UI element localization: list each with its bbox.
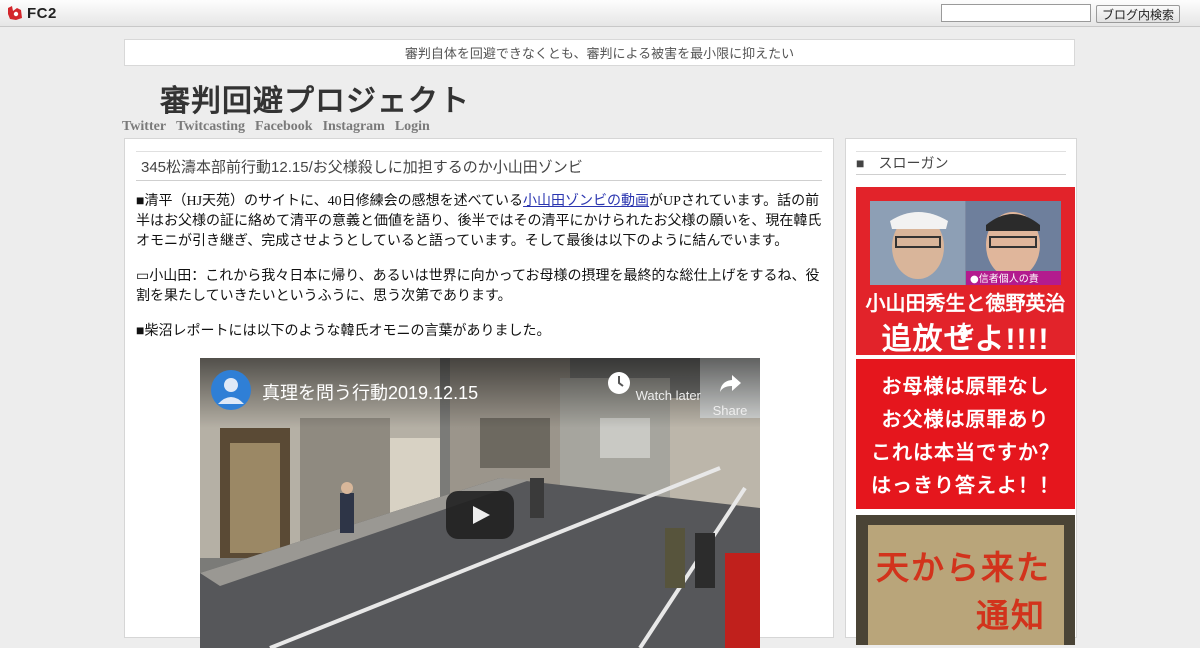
banner-sin-line: はっきり答えよ！！: [871, 475, 1060, 497]
watch-later-label: Watch later: [635, 388, 701, 403]
blog-search-input[interactable]: [941, 4, 1091, 22]
svg-text:●信者個人の責: ●信者個人の責: [970, 272, 1039, 285]
link-twitcasting[interactable]: Twitcasting: [176, 119, 245, 135]
sidebar: ■ スローガン ●信者個人の責 小山田秀生と徳野英治を 追放せよ!!!! お母様…: [845, 138, 1077, 645]
link-login[interactable]: Login: [395, 119, 430, 135]
link-facebook[interactable]: Facebook: [255, 119, 313, 135]
fc2-logo-text: FC2: [27, 4, 57, 22]
blog-search-button[interactable]: ブログ内検索: [1096, 5, 1180, 23]
share-button[interactable]: Share: [700, 370, 760, 418]
book-cover: 天から来た 通知: [868, 525, 1064, 645]
slogan-banner-expel[interactable]: ●信者個人の責 小山田秀生と徳野英治を 追放せよ!!!!: [856, 187, 1075, 355]
post-title[interactable]: 345松濤本部前行動12.15/お父様殺しに加担するのか小山田ゾンビ: [136, 151, 822, 181]
post-body: ■清平（HJ天苑）のサイトに、40日修練会の感想を述べている小山田ゾンビの動画が…: [136, 192, 824, 357]
banner-sin-line: お母様は原罪なし: [881, 376, 1050, 398]
fc2-logo-icon: [8, 6, 22, 20]
post-text: ■清平（HJ天苑）のサイトに、40日修練会の感想を述べている: [136, 194, 524, 209]
slogan-banner-heaven-notice[interactable]: 天から来た 通知: [856, 515, 1075, 645]
slogan-banner-original-sin[interactable]: お母様は原罪なし お父様は原罪あり これは本当ですか？ はっきり答えよ！！: [856, 359, 1075, 509]
post-paragraph: ■柴沼レポートには以下のような韓氏オモニの言葉がありました。: [136, 324, 551, 339]
channel-avatar-icon[interactable]: [211, 370, 251, 410]
book-title-line1: 天から来た: [876, 548, 1051, 587]
main-content: 345松濤本部前行動12.15/お父様殺しに加担するのか小山田ゾンビ ■清平（H…: [124, 138, 834, 648]
banner-expel-line2: 追放せよ!!!!: [881, 323, 1050, 355]
fc2-logo[interactable]: FC2: [6, 4, 57, 22]
post-paragraph: ■清平（HJ天苑）のサイトに、40日修練会の感想を述べている小山田ゾンビの動画が…: [136, 192, 824, 252]
link-instagram[interactable]: Instagram: [323, 119, 385, 135]
banner-sin-line: これは本当ですか？: [871, 442, 1060, 464]
blog-title[interactable]: 審判回避プロジェクト: [160, 76, 470, 120]
sidebar-heading: ■ スローガン: [856, 151, 1066, 175]
play-button[interactable]: [446, 491, 514, 539]
banner-photo: ●信者個人の責: [870, 201, 1061, 285]
zombie-video-link[interactable]: 小山田ゾンビの動画: [523, 194, 649, 209]
youtube-embed[interactable]: 真理を問う行動2019.12.15 Watch later Share: [200, 358, 760, 648]
banner-sin-line: お父様は原罪あり: [881, 409, 1050, 431]
blog-tagline: 審判自体を回避できなくとも、審判による被害を最小限に抑えたい: [124, 39, 1075, 66]
fc2-toolbar: FC2 ブログ内検索: [0, 0, 1200, 27]
video-title[interactable]: 真理を問う行動2019.12.15: [262, 379, 478, 405]
header-links: Twitter Twitcasting Facebook Instagram L…: [122, 119, 430, 135]
share-label: Share: [712, 403, 748, 418]
watch-later-button[interactable]: Watch later: [606, 370, 701, 403]
clock-icon: [608, 372, 630, 394]
post-quote: ▭小山田：これから我々日本に帰り、あるいは世界に向かってお母様の摂理を最終的な総…: [136, 269, 820, 304]
share-icon: [720, 375, 741, 392]
link-twitter[interactable]: Twitter: [122, 119, 166, 135]
